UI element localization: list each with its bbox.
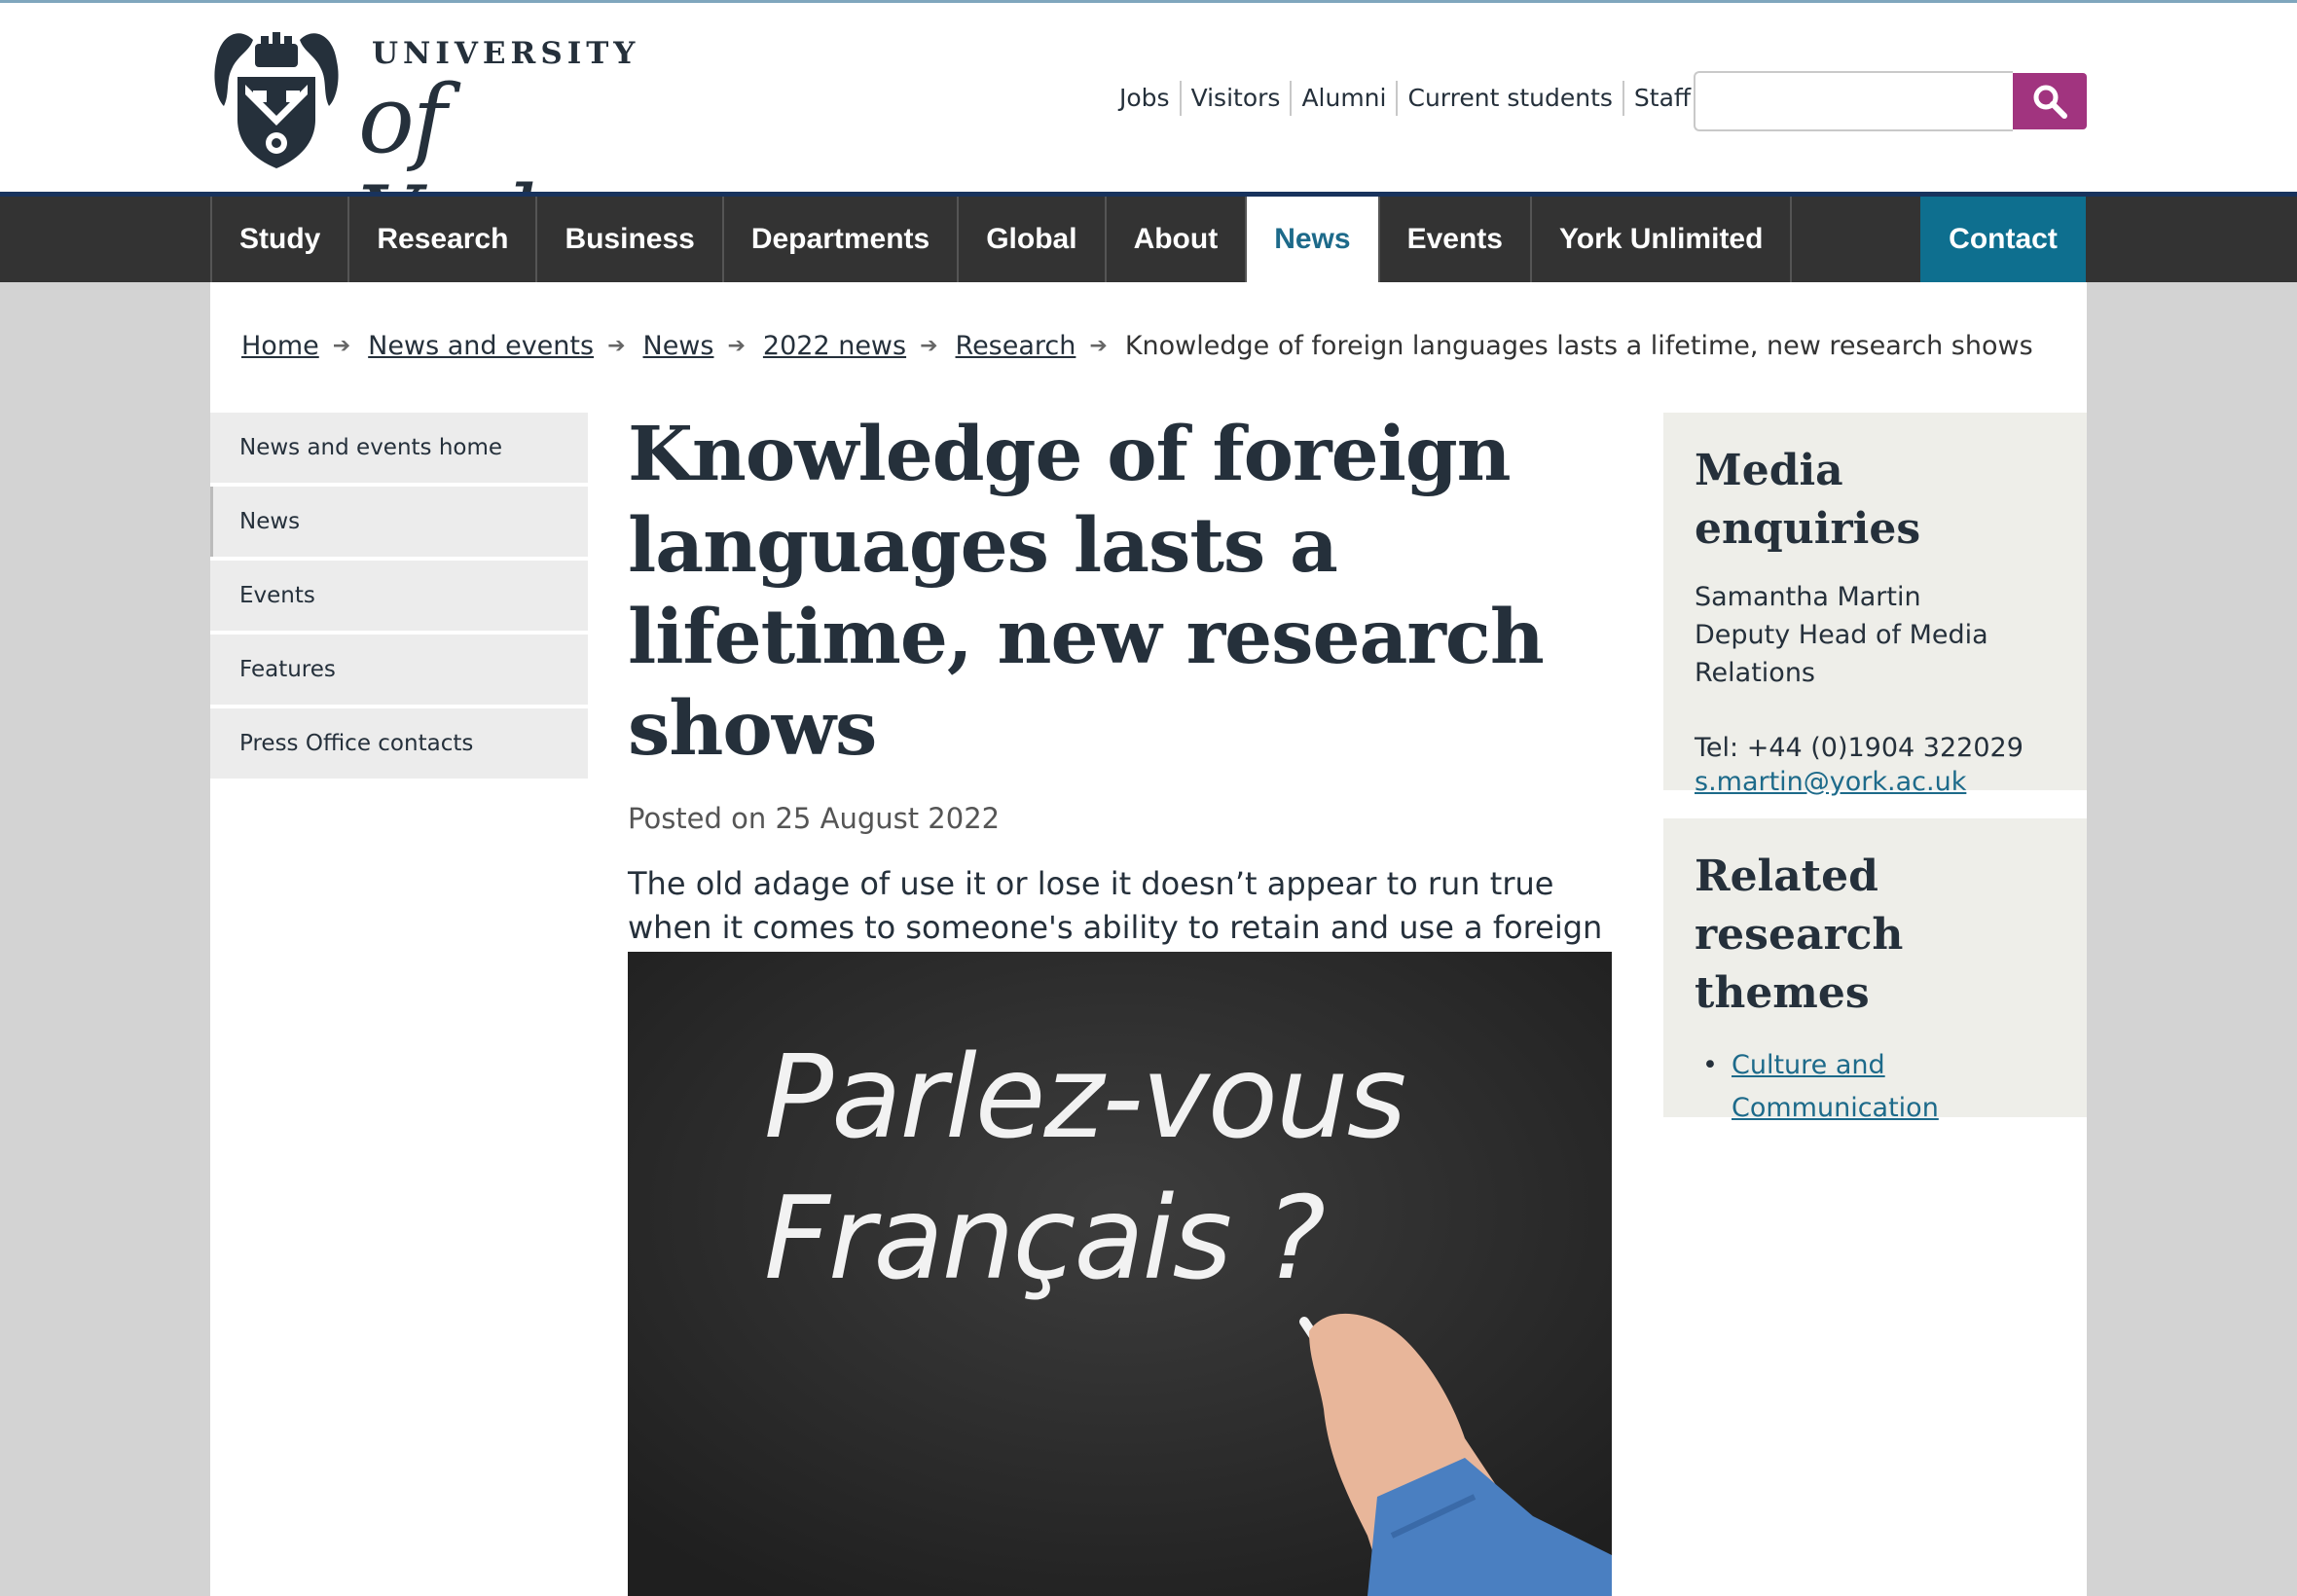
- sidebar-item-press-office-contacts[interactable]: Press Office contacts: [210, 708, 588, 779]
- search-button[interactable]: [2013, 73, 2087, 129]
- sidebar-item-news[interactable]: News: [210, 487, 588, 557]
- breadcrumb: Home ➔ News and events ➔ News ➔ 2022 new…: [241, 331, 2033, 361]
- arrow-right-icon: ➔: [607, 334, 626, 358]
- utility-link-visitors[interactable]: Visitors: [1179, 81, 1291, 116]
- nav-item-global[interactable]: Global: [957, 197, 1104, 282]
- arrow-right-icon: ➔: [1089, 334, 1108, 358]
- utility-link-jobs[interactable]: Jobs: [1110, 81, 1180, 116]
- sidebar-item-events[interactable]: Events: [210, 561, 588, 631]
- search-form: [1694, 71, 2087, 131]
- media-contact-role-line2: Relations: [1695, 658, 1815, 688]
- article: Knowledge of foreign languages lasts a l…: [628, 409, 1611, 994]
- nav-item-business[interactable]: Business: [535, 197, 721, 282]
- breadcrumb-link-home[interactable]: Home: [241, 331, 319, 361]
- list-item: • Culture and Communication: [1702, 1044, 2056, 1130]
- university-logo[interactable]: UNIVERSITY of York: [210, 22, 635, 272]
- bullet-icon: •: [1702, 1050, 1718, 1080]
- breadcrumb-link-research[interactable]: Research: [956, 331, 1076, 361]
- image-text-line1: Parlez-vous: [764, 1030, 1404, 1164]
- breadcrumb-link-2022-news[interactable]: 2022 news: [763, 331, 906, 361]
- arrow-right-icon: ➔: [727, 334, 746, 358]
- media-enquiries-panel: Media enquiries Samantha Martin Deputy H…: [1663, 413, 2087, 797]
- nav-item-departments[interactable]: Departments: [721, 197, 957, 282]
- sidebar-item-news-and-events-home[interactable]: News and events home: [210, 413, 588, 483]
- related-research-list: • Culture and Communication: [1695, 1044, 2056, 1130]
- breadcrumb-link-news[interactable]: News: [643, 331, 714, 361]
- main-navigation: Study Research Business Departments Glob…: [0, 192, 2297, 282]
- utility-links: Jobs Visitors Alumni Current students St…: [1110, 81, 1700, 116]
- nav-item-york-unlimited[interactable]: York Unlimited: [1529, 197, 1793, 282]
- utility-link-current-students[interactable]: Current students: [1396, 81, 1622, 116]
- crest-icon: [214, 32, 339, 168]
- page-content: Home ➔ News and events ➔ News ➔ 2022 new…: [210, 282, 2087, 1596]
- article-date: Posted on 25 August 2022: [628, 802, 1001, 835]
- nav-item-research[interactable]: Research: [347, 197, 535, 282]
- related-link-culture-and-communication[interactable]: Culture and Communication: [1732, 1044, 1965, 1130]
- nav-item-news[interactable]: News: [1245, 197, 1378, 282]
- search-icon: [2033, 85, 2067, 119]
- media-contact-email-link[interactable]: s.martin@york.ac.uk: [1695, 767, 1966, 797]
- chalkboard-illustration: Parlez-vous Français ?: [628, 952, 1612, 1596]
- media-contact-role-line1: Deputy Head of Media: [1695, 620, 1988, 650]
- related-research-panel: Related research themes • Culture and Co…: [1663, 818, 2087, 1123]
- search-input[interactable]: [1694, 71, 2013, 131]
- arrow-right-icon: ➔: [920, 334, 938, 358]
- article-title: Knowledge of foreign languages lasts a l…: [628, 411, 1545, 773]
- nav-contact-button[interactable]: Contact: [1920, 197, 2086, 282]
- arrow-right-icon: ➔: [332, 334, 351, 358]
- nav-item-events[interactable]: Events: [1377, 197, 1530, 282]
- related-research-heading-line2: themes: [1695, 968, 1870, 1018]
- article-image: Parlez-vous Français ?: [628, 952, 1612, 1596]
- sidebar-item-features[interactable]: Features: [210, 635, 588, 705]
- related-research-heading-line1: Related research: [1695, 852, 1904, 960]
- nav-items: Study Research Business Departments Glob…: [210, 197, 1793, 282]
- media-contact-name: Samantha Martin: [1695, 582, 1921, 612]
- section-sidebar: News and events home News Events Feature…: [210, 413, 588, 782]
- utility-link-staff[interactable]: Staff: [1622, 81, 1700, 116]
- nav-item-study[interactable]: Study: [210, 197, 347, 282]
- media-enquiries-heading: Media enquiries: [1695, 446, 1921, 554]
- media-contact-tel: Tel: +44 (0)1904 322029: [1695, 733, 2024, 763]
- image-text-line2: Français ?: [764, 1171, 1324, 1305]
- breadcrumb-link-news-and-events[interactable]: News and events: [368, 331, 594, 361]
- site-header: UNIVERSITY of York Jobs Visitors Alumni …: [0, 3, 2297, 272]
- nav-item-about[interactable]: About: [1104, 197, 1246, 282]
- utility-link-alumni[interactable]: Alumni: [1290, 81, 1396, 116]
- breadcrumb-current: Knowledge of foreign languages lasts a l…: [1124, 331, 2033, 361]
